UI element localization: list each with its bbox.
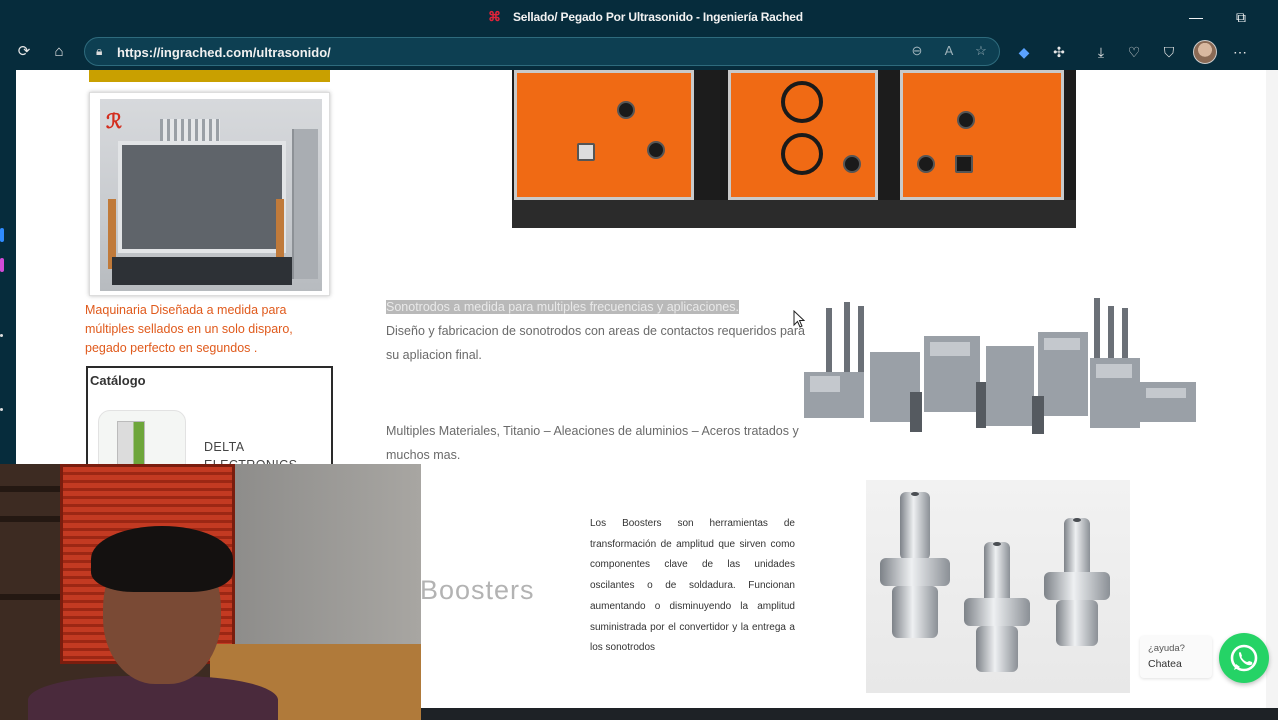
whatsapp-button[interactable]: [1219, 633, 1269, 683]
sonotrodes-heading: Sonotrodos a medida para multiples frecu…: [386, 300, 739, 314]
materials-text: Multiples Materiales, Titanio – Aleacion…: [386, 424, 799, 462]
sidebar-app-icon[interactable]: [0, 258, 4, 272]
sidebar-dot: [0, 334, 3, 337]
refresh-icon[interactable]: ⟳: [13, 42, 35, 62]
window-title: Sellado/ Pegado Por Ultrasonido - Ingeni…: [513, 10, 803, 24]
chat-action: Chatea: [1148, 658, 1182, 670]
browser-toolbar: ⟳ ⌂ 🔒︎ https://ingrached.com/ultrasonido…: [0, 34, 1278, 70]
chat-question: ¿ayuda?: [1148, 643, 1185, 654]
generator-unit: [728, 70, 878, 200]
address-bar[interactable]: 🔒︎ https://ingrached.com/ultrasonido/ ⊖ …: [84, 37, 1000, 66]
machine-image[interactable]: ℛ: [89, 92, 330, 296]
ultrasonic-machine-photo: ℛ: [100, 99, 322, 291]
knob: [647, 141, 665, 159]
person-hair: [91, 526, 233, 592]
previous-image-edge: [89, 70, 330, 82]
machine-control-panel: [292, 129, 318, 279]
favorite-star-icon[interactable]: ☆: [971, 43, 991, 61]
boosters-image[interactable]: [866, 480, 1130, 693]
whatsapp-icon: [1230, 644, 1258, 672]
knob: [617, 101, 635, 119]
machine-caption: Maquinaria Diseñada a medida para múltip…: [85, 303, 293, 355]
restore-button[interactable]: ⧉: [1230, 7, 1252, 27]
downloads-icon[interactable]: ⤓: [1090, 42, 1112, 62]
browser-titlebar: ⌘ Sellado/ Pegado Por Ultrasonido - Inge…: [0, 0, 1278, 34]
health-icon[interactable]: ♡: [1123, 42, 1145, 62]
zoom-out-icon[interactable]: ⊖: [907, 43, 927, 61]
webcam-person: [28, 526, 278, 720]
generator-unit: [900, 70, 1064, 200]
home-icon[interactable]: ⌂: [48, 42, 70, 62]
knob: [957, 111, 975, 129]
sonotrodes-image[interactable]: [800, 292, 1200, 442]
catalog-title: Catálogo: [90, 373, 146, 388]
servo-drive-image: [117, 421, 145, 469]
logo-ring: [781, 81, 823, 123]
machine-rods: [160, 119, 220, 141]
sidebar-dot: [0, 408, 3, 411]
knob: [843, 155, 861, 173]
rached-logo-icon: ℛ: [106, 109, 122, 133]
extensions-icon[interactable]: ✣: [1048, 42, 1070, 62]
shield-extension-icon[interactable]: ◆: [1013, 42, 1035, 62]
display: [577, 143, 595, 161]
generators-photo[interactable]: [512, 70, 1076, 228]
boosters-heading: Boosters: [420, 575, 535, 605]
generator-unit: [514, 70, 694, 200]
sonotrodes-description: Diseño y fabricacion de sonotrodos con a…: [386, 324, 806, 362]
profile-avatar[interactable]: [1193, 40, 1217, 64]
knob: [917, 155, 935, 173]
url-text[interactable]: https://ingrached.com/ultrasonido/: [117, 45, 331, 60]
switch: [955, 155, 973, 173]
browser-essentials-icon[interactable]: ⛉: [1158, 42, 1180, 62]
brand-line-1: DELTA: [204, 440, 245, 454]
boosters-description: Los Boosters son herramientas de transfo…: [590, 518, 795, 654]
more-menu-icon[interactable]: ⋯: [1229, 42, 1251, 62]
photo-floor: [512, 200, 1076, 228]
catalog-widget: Catálogo DELTA ELECTRONICS: [86, 366, 333, 476]
sonotrodes-text: Sonotrodos a medida para multiples frecu…: [386, 295, 806, 367]
sidebar-app-icon[interactable]: [0, 228, 4, 242]
site-favicon-icon: ⌘: [488, 9, 501, 24]
webcam-overlay: [0, 464, 421, 720]
machine-base: [112, 257, 292, 285]
page-scrollbar[interactable]: [1266, 70, 1278, 720]
logo-ring: [781, 133, 823, 175]
read-aloud-icon[interactable]: A: [939, 43, 959, 61]
minimize-button[interactable]: —: [1185, 7, 1207, 27]
chat-prompt[interactable]: ¿ayuda? Chatea: [1140, 636, 1212, 678]
lock-icon[interactable]: 🔒︎: [96, 44, 110, 58]
machine-frame: [118, 141, 286, 253]
taskbar-edge: [420, 708, 1278, 720]
